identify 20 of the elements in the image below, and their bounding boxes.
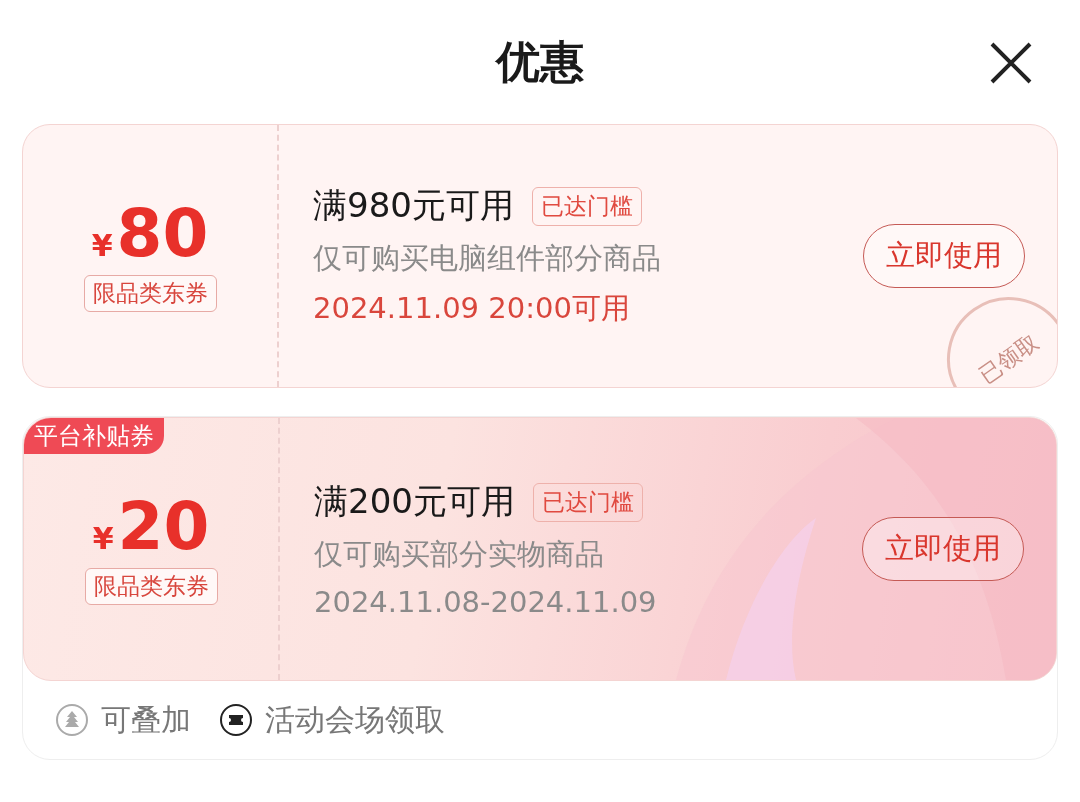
scope-tag: 限品类东券 [84, 567, 218, 605]
use-now-button[interactable]: 立即使用 [862, 517, 1024, 581]
sheet-title: 优惠 [496, 34, 584, 89]
coupon-condition: 满200元可用 [314, 480, 515, 523]
scope-tag: 限品类东券 [83, 274, 217, 312]
coupon-validity: 2024.11.08-2024.11.09 [314, 585, 658, 619]
coupon-amount: ¥80 [91, 200, 209, 267]
threshold-tag: 已达门槛 [532, 482, 643, 522]
use-now-button[interactable]: 立即使用 [863, 224, 1025, 288]
coupon-description: 仅可购买部分实物商品 [314, 536, 605, 573]
coupon-condition: 满980元可用 [313, 184, 514, 227]
coupon-validity: 2024.11.09 20:00可用 [313, 290, 631, 327]
subsidy-tag: 平台补贴券 [24, 418, 164, 454]
coupon-description: 仅可购买电脑组件部分商品 [313, 240, 662, 277]
threshold-tag: 已达门槛 [531, 186, 642, 226]
tree-icon [55, 703, 89, 737]
ticket-icon [219, 703, 253, 737]
feature-label: 活动会场领取 [265, 700, 445, 739]
coupon-amount: ¥20 [92, 493, 210, 560]
feature-label: 可叠加 [101, 700, 191, 739]
